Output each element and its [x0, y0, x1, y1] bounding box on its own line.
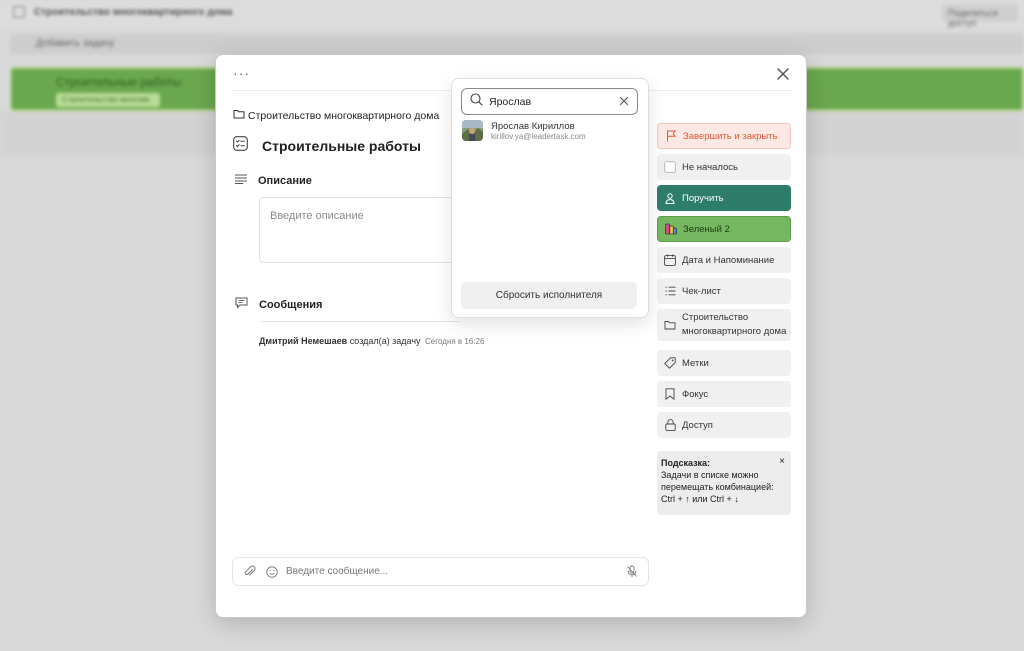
description-input[interactable]: Введите описание — [259, 197, 459, 263]
hint-box: Подсказка: × Задачи в списке можно перем… — [657, 451, 791, 515]
palette-icon — [665, 223, 677, 235]
status-not-started-button[interactable]: Не началось — [657, 154, 791, 180]
user-email: kirillov.ya@leadertask.com — [491, 131, 586, 141]
reset-assignee-button[interactable]: Сбросить исполнителя — [461, 282, 637, 309]
project-button[interactable]: Строительство многоквартирного дома — [657, 309, 791, 341]
breadcrumb[interactable]: Строительство многоквартирного дома — [233, 109, 439, 122]
flag-icon — [665, 130, 677, 142]
status-label: Не началось — [682, 161, 738, 173]
checklist-label: Чек-лист — [682, 285, 721, 297]
task-title[interactable]: Строительные работы — [262, 138, 421, 154]
text-lines-icon — [235, 174, 247, 187]
background-topbar: Строительство многоквартирного дома Поде… — [0, 0, 1024, 28]
person-icon — [664, 192, 676, 204]
search-icon — [470, 92, 483, 111]
chat-icon — [235, 297, 248, 312]
emoji-icon[interactable] — [266, 565, 278, 578]
tag-icon — [664, 357, 676, 369]
background-add-task: Добавить задачу — [10, 34, 1024, 54]
background-card-tag: Строительство многокв. — [56, 93, 160, 107]
description-label: Описание — [258, 174, 312, 187]
assignee-search — [461, 88, 638, 115]
messages-label: Сообщения — [259, 298, 323, 311]
log-author: Дмитрий Немешаев — [259, 336, 348, 346]
date-reminder-button[interactable]: Дата и Напоминание — [657, 247, 791, 273]
messages-divider — [259, 321, 459, 322]
background-project-title: Строительство многоквартирного дома — [34, 7, 233, 18]
background-card-title: Строительные работы — [56, 75, 182, 89]
hint-close-icon[interactable]: × — [779, 455, 785, 469]
message-input[interactable]: Введите сообщение... — [286, 566, 626, 577]
finish-label: Завершить и закрыть — [683, 130, 778, 142]
checklist-button[interactable]: Чек-лист — [657, 278, 791, 304]
breadcrumb-label: Строительство многоквартирного дома — [248, 109, 440, 122]
user-avatar — [462, 120, 483, 141]
message-composer: Введите сообщение... — [232, 557, 649, 586]
assign-label: Поручить — [682, 192, 724, 204]
activity-log-entry: Дмитрий Немешаев создал(а) задачу Сегодн… — [259, 336, 484, 346]
folder-icon — [233, 109, 245, 122]
paperclip-icon[interactable] — [243, 565, 256, 578]
hint-text-line2: перемещать комбинацией: — [661, 482, 774, 493]
hint-text-line1: Задачи в списке можно — [661, 470, 759, 481]
task-title-row: Строительные работы — [233, 136, 421, 156]
assignee-popup: Ярослав Кириллов kirillov.ya@leadertask.… — [451, 78, 649, 318]
project-label-line2: многоквартирного дома — [682, 326, 787, 337]
folder-icon — [664, 319, 676, 331]
tags-button[interactable]: Метки — [657, 350, 791, 376]
finish-and-close-button[interactable]: Завершить и закрыть — [657, 123, 791, 149]
lock-icon — [664, 419, 676, 431]
log-action: создал(а) задачу — [349, 336, 421, 346]
project-label-line1: Строительство — [682, 312, 749, 324]
access-label: Доступ — [682, 419, 713, 431]
project-icon — [13, 6, 25, 18]
log-time: Сегодня в 16:26 — [425, 337, 485, 346]
color-label: Зеленый 2 — [683, 223, 730, 235]
date-label: Дата и Напоминание — [682, 254, 775, 266]
bookmark-icon — [664, 388, 676, 400]
focus-label: Фокус — [682, 388, 709, 400]
focus-button[interactable]: Фокус — [657, 381, 791, 407]
checklist-icon — [664, 285, 676, 297]
description-section: Описание — [235, 174, 312, 187]
hint-text-line3: Ctrl + ↑ или Ctrl + ↓ — [661, 494, 739, 505]
assign-button[interactable]: Поручить — [657, 185, 791, 211]
mic-off-icon[interactable] — [626, 565, 638, 578]
calendar-icon — [664, 254, 676, 266]
user-name: Ярослав Кириллов — [491, 120, 575, 132]
clear-icon[interactable] — [619, 93, 629, 111]
assignee-search-input[interactable] — [489, 95, 619, 108]
access-button[interactable]: Доступ — [657, 412, 791, 438]
task-checkbox-icon[interactable] — [233, 136, 248, 156]
status-checkbox-icon — [664, 161, 676, 173]
tags-label: Метки — [682, 357, 709, 369]
messages-section: Сообщения — [235, 297, 322, 312]
user-list-item[interactable]: Ярослав Кириллов kirillov.ya@leadertask.… — [462, 120, 586, 141]
hint-title: Подсказка: — [661, 458, 711, 468]
color-tag-button[interactable]: Зеленый 2 — [657, 216, 791, 242]
close-icon[interactable] — [776, 67, 790, 81]
more-options-button[interactable]: ··· — [233, 65, 250, 81]
background-share-button: Поделиться доступ — [942, 4, 1018, 28]
